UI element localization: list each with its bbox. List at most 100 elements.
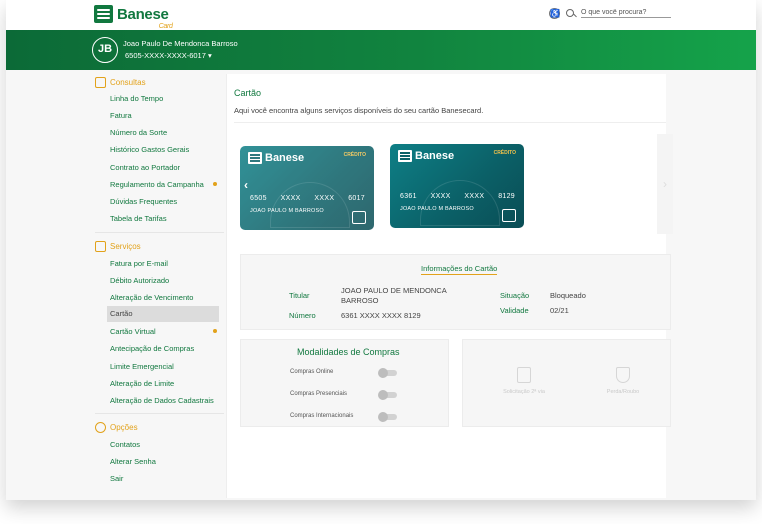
card-number-group: XXXX [280,195,301,202]
sidebar-item-cartao[interactable]: Cartão [107,306,219,322]
accessibility-icon[interactable]: ♿ [549,8,560,19]
user-bar: JB Joao Paulo De Mendonca Barroso 6505-X… [6,30,756,70]
card-number-group: 6361 [400,193,417,200]
card-brand: Banese [265,152,305,164]
page-title: Cartão [234,88,262,98]
divider [95,232,225,233]
card-number-group: 6017 [348,195,365,202]
compras-internacionais-toggle[interactable] [378,412,397,422]
top-bar: Banese Card ♿ [6,0,756,30]
section-title: Serviços [110,242,141,251]
compras-presenciais-label: Compras Presenciais [290,391,348,397]
card-number-group: 6505 [250,195,267,202]
compras-internacionais-label: Compras Internacionais [290,413,354,419]
sidebar-item-fatura-email[interactable]: Fatura por E-mail [110,259,168,268]
sidebar-item-sair[interactable]: Sair [110,474,123,483]
logo-subtext: Card [158,22,173,30]
perda-roubo-button[interactable]: Perda/Roubo [593,367,653,395]
sidebar-item-antecipacao[interactable]: Antecipação de Compras [110,344,194,353]
search-input[interactable] [581,9,671,18]
content-panel: Cartão Aqui você encontra alguns serviço… [226,74,673,498]
sidebar-item-duvidas[interactable]: Dúvidas Frequentes [110,197,177,206]
card-number: 6361 XXXX XXXX 8129 [400,193,515,200]
card-logo: Banese [398,150,454,162]
card-decoration [420,180,500,226]
card-logo: Banese [248,152,304,164]
validade-label: Validade [500,306,529,315]
page-description: Aqui você encontra alguns serviços dispo… [234,106,484,115]
credit-card-current[interactable]: Banese CRÉDITO 6361 XXXX XXXX 8129 JOAO … [390,144,524,228]
card-number-group: XXXX [464,193,485,200]
sidebar-item-dados-cadastrais[interactable]: Alteração de Dados Cadastrais [110,396,214,405]
segunda-via-button[interactable]: Solicitação 2ª via [489,367,559,395]
numero-value: 6361 XXXX XXXX 8129 [341,311,421,320]
card-brand: Banese [415,150,455,162]
chevron-right-icon[interactable]: › [657,134,673,234]
sidebar-item-limite-emergencial[interactable]: Limite Emergencial [110,362,174,371]
chevron-left-icon[interactable]: ‹ [244,178,248,192]
sidebar-item-alterar-senha[interactable]: Alterar Senha [110,457,156,466]
main-area: Cartão Aqui você encontra alguns serviço… [224,70,756,500]
sidebar-item-vencimento[interactable]: Alteração de Vencimento [110,293,193,302]
section-title: Opções [110,423,138,432]
card-holder: JOAO PAULO M BARROSO [400,206,474,212]
contactless-icon [352,211,366,224]
list-icon [95,77,106,88]
sidebar-item-cartao-virtual[interactable]: Cartão Virtual [110,327,156,336]
sidebar-item-numero-da-sorte[interactable]: Número da Sorte [110,128,167,137]
sidebar-item-historico-gastos[interactable]: Histórico Gastos Gerais [110,145,189,154]
situacao-label: Situação [500,291,530,300]
gear-icon [95,422,106,433]
sidebar-item-fatura[interactable]: Fatura [110,111,132,120]
card-type: CRÉDITO [343,152,366,158]
sidebar: Consultas Linha do Tempo Fatura Número d… [6,70,225,500]
titular-label: Titular [289,291,310,300]
sidebar-item-debito[interactable]: Débito Autorizado [110,276,169,285]
sidebar-item-alteracao-limite[interactable]: Alteração de Limite [110,379,174,388]
card-selector[interactable]: 6505-XXXX-XXXX-6017 ▾ [125,51,212,60]
modalidades-title: Modalidades de Compras [297,347,400,357]
logo-text: Banese Card [117,5,173,30]
sidebar-item-contrato-portador[interactable]: Contrato ao Portador [110,163,180,172]
credit-card-previous[interactable]: Banese CRÉDITO 6505 XXXX XXXX 6017 JOAO … [240,146,374,230]
sidebar-item-tarifas[interactable]: Tabela de Tarifas [110,214,167,223]
segunda-via-label: Solicitação 2ª via [503,389,545,395]
sidebar-item-regulamento[interactable]: Regulamento da Campanha [110,180,204,189]
card-info-box: Informações do Cartão Titular JOAO PAULO… [240,254,671,330]
card-decoration [270,182,350,228]
perda-roubo-label: Perda/Roubo [606,389,640,395]
banese-logo-icon [398,150,412,162]
top-tools: ♿ [549,8,671,19]
banese-logo[interactable]: Banese Card [94,5,173,30]
compras-presenciais-toggle[interactable] [378,390,397,400]
notification-dot [213,182,217,186]
document-icon [95,241,106,252]
compras-online-toggle[interactable] [378,368,397,378]
user-name: Joao Paulo De Mendonca Barroso [123,39,238,48]
notification-dot [213,329,217,333]
avatar: JB [92,37,118,63]
compras-online-label: Compras Online [290,369,334,375]
validade-value: 02/21 [550,306,569,315]
card-request-icon [517,367,531,383]
search-icon[interactable] [566,8,576,19]
card-number: 6505 XXXX XXXX 6017 [250,195,365,202]
situacao-value: Bloqueado [550,291,586,300]
card-holder: JOAO PAULO M BARROSO [250,208,324,214]
card-number-group: XXXX [314,195,335,202]
sidebar-item-linha-do-tempo[interactable]: Linha do Tempo [110,94,163,103]
divider [234,122,666,123]
card-number-group: 8129 [498,193,515,200]
app-window: Banese Card ♿ JB Joao Paulo De Mendonca … [6,0,756,500]
section-opcoes: Opções [95,422,138,433]
banese-logo-icon [248,152,262,164]
numero-label: Número [289,311,316,320]
banese-logo-icon [94,5,113,23]
modalidades-box: Modalidades de Compras Compras Online Co… [240,339,449,427]
card-number-group: XXXX [430,193,451,200]
sidebar-item-contatos[interactable]: Contatos [110,440,140,449]
services-box: Solicitação 2ª via Perda/Roubo [462,339,671,427]
section-consultas: Consultas [95,77,146,88]
section-title: Consultas [110,78,146,87]
section-servicos: Serviços [95,241,141,252]
